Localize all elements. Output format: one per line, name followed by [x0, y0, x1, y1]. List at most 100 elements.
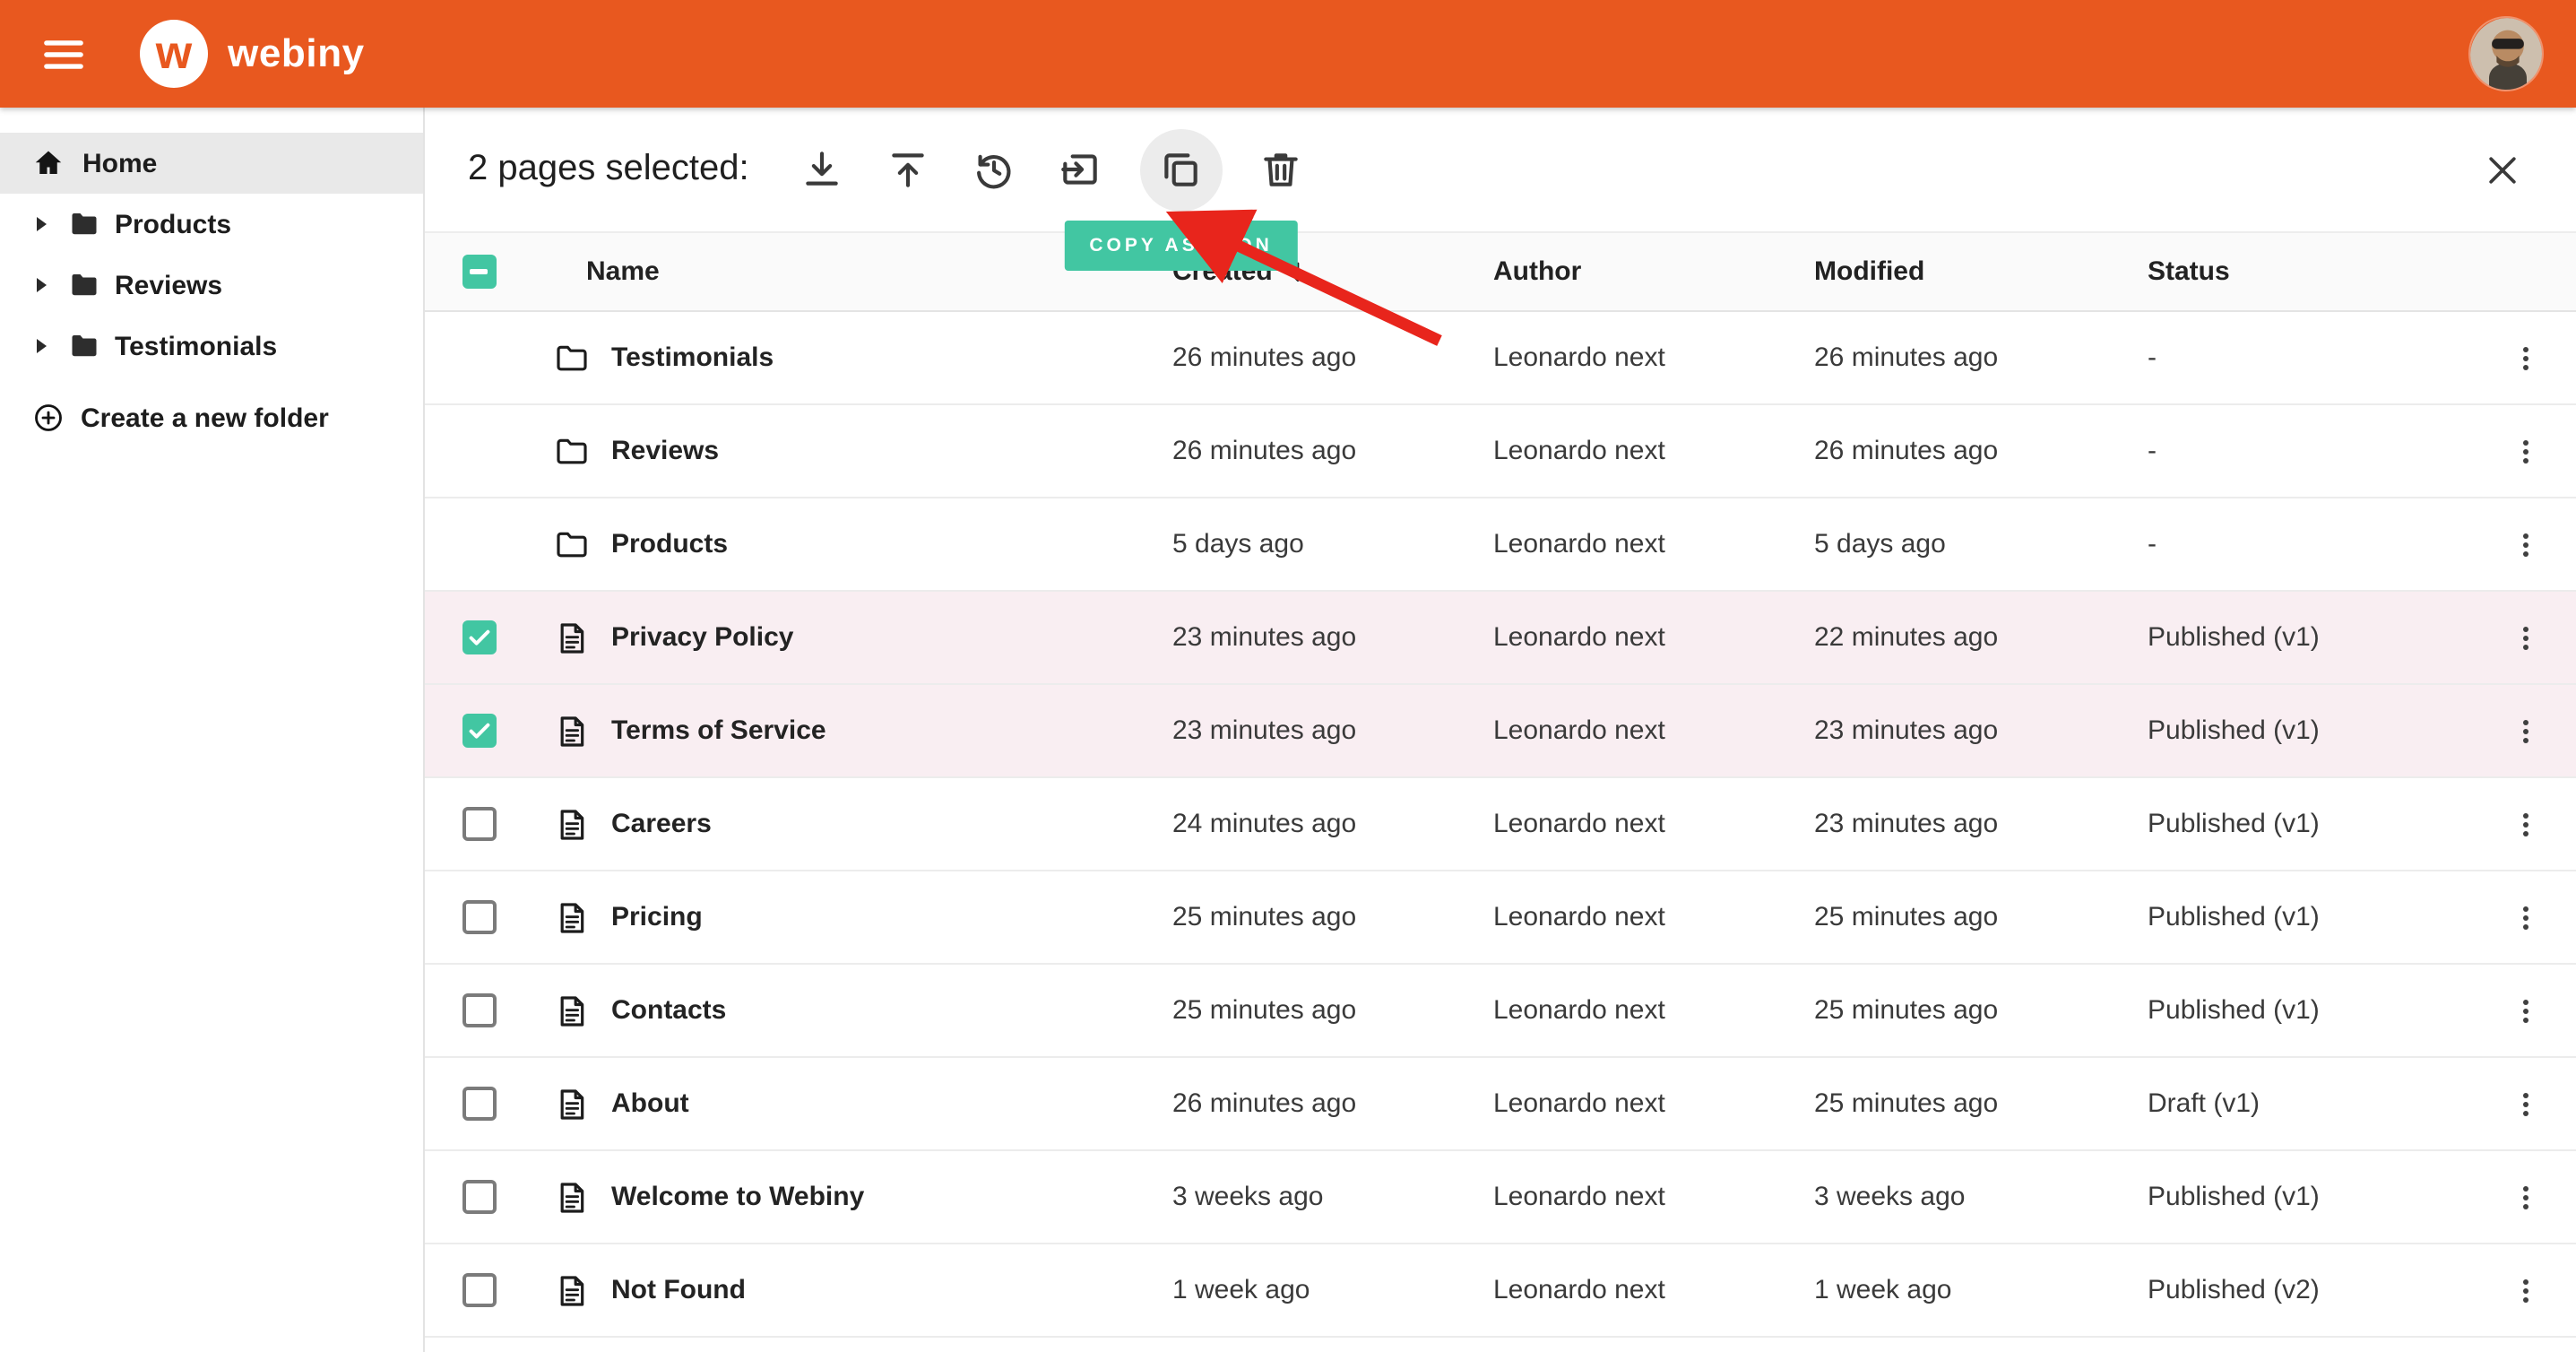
delete-button[interactable]	[1255, 143, 1309, 196]
row-created: 25 minutes ago	[1172, 995, 1493, 1026]
row-created: 3 weeks ago	[1172, 1182, 1493, 1212]
chevron-right-icon	[32, 215, 50, 233]
row-checkbox[interactable]	[462, 900, 496, 934]
indeterminate-mark	[470, 269, 488, 273]
row-author: Leonardo next	[1493, 1182, 1814, 1212]
table-row[interactable]: Terms of Service 23 minutes ago Leonardo…	[425, 685, 2576, 778]
row-actions-menu[interactable]	[2501, 519, 2551, 569]
column-header-status[interactable]: Status	[2148, 256, 2476, 287]
table-row[interactable]: Welcome to Webiny 3 weeks ago Leonardo n…	[425, 1151, 2576, 1244]
restore-button[interactable]	[968, 143, 1022, 196]
row-actions-menu[interactable]	[2501, 892, 2551, 942]
sidebar: Home Products Reviews Testimonials Creat…	[0, 108, 425, 1352]
selection-count-label: 2 pages selected:	[468, 149, 749, 190]
table-row[interactable]: Testimonials 26 minutes ago Leonardo nex…	[425, 312, 2576, 405]
document-icon	[554, 1086, 590, 1122]
hamburger-menu-icon[interactable]	[36, 27, 90, 81]
table-row[interactable]: Products 5 days ago Leonardo next 5 days…	[425, 498, 2576, 592]
brand-wordmark: webiny	[228, 30, 365, 77]
row-checkbox[interactable]	[462, 1087, 496, 1121]
sidebar-item-testimonials[interactable]: Testimonials	[0, 316, 423, 377]
upload-button[interactable]	[882, 143, 936, 196]
close-selection-button[interactable]	[2476, 143, 2529, 196]
table-row[interactable]: Privacy Policy 23 minutes ago Leonardo n…	[425, 592, 2576, 685]
row-actions-menu[interactable]	[2501, 333, 2551, 383]
row-author: Leonardo next	[1493, 995, 1814, 1026]
row-created: 1 week ago	[1172, 1275, 1493, 1305]
select-all-checkbox[interactable]	[462, 255, 496, 289]
sidebar-item-home[interactable]: Home	[0, 133, 423, 194]
table-body: Testimonials 26 minutes ago Leonardo nex…	[425, 312, 2576, 1338]
table-row[interactable]: Not Found 1 week ago Leonardo next 1 wee…	[425, 1244, 2576, 1338]
row-status: -	[2148, 342, 2476, 373]
row-actions-menu[interactable]	[2501, 1172, 2551, 1222]
table-row[interactable]: Pricing 25 minutes ago Leonardo next 25 …	[425, 871, 2576, 965]
table-row[interactable]: Careers 24 minutes ago Leonardo next 23 …	[425, 778, 2576, 871]
sidebar-item-label: Home	[82, 148, 157, 178]
home-icon	[32, 147, 65, 179]
document-icon	[554, 806, 590, 842]
row-created: 23 minutes ago	[1172, 622, 1493, 653]
row-modified: 26 minutes ago	[1814, 342, 2148, 373]
row-modified: 23 minutes ago	[1814, 715, 2148, 746]
row-actions-menu[interactable]	[2501, 612, 2551, 663]
kebab-menu-icon	[2510, 435, 2542, 467]
row-modified: 25 minutes ago	[1814, 1088, 2148, 1119]
table-row[interactable]: Reviews 26 minutes ago Leonardo next 26 …	[425, 405, 2576, 498]
sidebar-item-label: Reviews	[115, 270, 222, 300]
row-author: Leonardo next	[1493, 436, 1814, 466]
row-author: Leonardo next	[1493, 342, 1814, 373]
row-actions-menu[interactable]	[2501, 426, 2551, 476]
row-author: Leonardo next	[1493, 902, 1814, 932]
row-checkbox[interactable]	[462, 1180, 496, 1214]
row-created: 5 days ago	[1172, 529, 1493, 559]
row-author: Leonardo next	[1493, 809, 1814, 839]
user-avatar[interactable]	[2468, 16, 2544, 91]
row-author: Leonardo next	[1493, 1088, 1814, 1119]
row-actions-menu[interactable]	[2501, 1265, 2551, 1315]
row-name: Terms of Service	[611, 715, 826, 746]
row-checkbox[interactable]	[462, 1273, 496, 1307]
selection-toolbar: 2 pages selected: COPY AS JSON	[425, 108, 2576, 233]
row-checkbox[interactable]	[462, 620, 496, 654]
row-status: Published (v1)	[2148, 622, 2476, 653]
row-actions-menu[interactable]	[2501, 985, 2551, 1036]
table-row[interactable]: Contacts 25 minutes ago Leonardo next 25…	[425, 965, 2576, 1058]
row-checkbox[interactable]	[462, 993, 496, 1027]
document-icon	[554, 992, 590, 1028]
check-icon	[465, 624, 492, 651]
row-checkbox[interactable]	[462, 714, 496, 748]
folder-icon	[68, 330, 100, 362]
row-status: Published (v1)	[2148, 1182, 2476, 1212]
copy-icon	[1159, 147, 1204, 192]
row-actions-menu[interactable]	[2501, 1079, 2551, 1129]
row-actions-menu[interactable]	[2501, 706, 2551, 756]
row-status: Published (v2)	[2148, 1275, 2476, 1305]
column-header-author[interactable]: Author	[1493, 256, 1814, 287]
copy-as-json-tooltip: COPY AS JSON	[1064, 220, 1297, 270]
sidebar-item-reviews[interactable]: Reviews	[0, 255, 423, 316]
row-status: Published (v1)	[2148, 809, 2476, 839]
kebab-menu-icon	[2510, 1274, 2542, 1306]
move-to-folder-button[interactable]	[1054, 143, 1108, 196]
download-button[interactable]	[796, 143, 850, 196]
create-new-folder-button[interactable]: Create a new folder	[0, 387, 423, 448]
row-name: Products	[611, 529, 728, 559]
column-header-modified[interactable]: Modified	[1814, 256, 2148, 287]
folder-icon	[68, 269, 100, 301]
row-actions-menu[interactable]	[2501, 799, 2551, 849]
row-checkbox[interactable]	[462, 807, 496, 841]
sidebar-item-label: Products	[115, 209, 231, 239]
sidebar-item-products[interactable]: Products	[0, 194, 423, 255]
table-row[interactable]: About 26 minutes ago Leonardo next 25 mi…	[425, 1058, 2576, 1151]
row-created: 23 minutes ago	[1172, 715, 1493, 746]
row-modified: 26 minutes ago	[1814, 436, 2148, 466]
row-author: Leonardo next	[1493, 1275, 1814, 1305]
check-icon	[465, 717, 492, 744]
row-modified: 25 minutes ago	[1814, 902, 2148, 932]
copy-as-json-button[interactable]: COPY AS JSON	[1140, 128, 1223, 211]
folder-icon	[68, 208, 100, 240]
logo-letter: w	[156, 28, 192, 74]
webiny-logo-icon[interactable]: w	[140, 20, 208, 88]
download-icon	[800, 147, 845, 192]
